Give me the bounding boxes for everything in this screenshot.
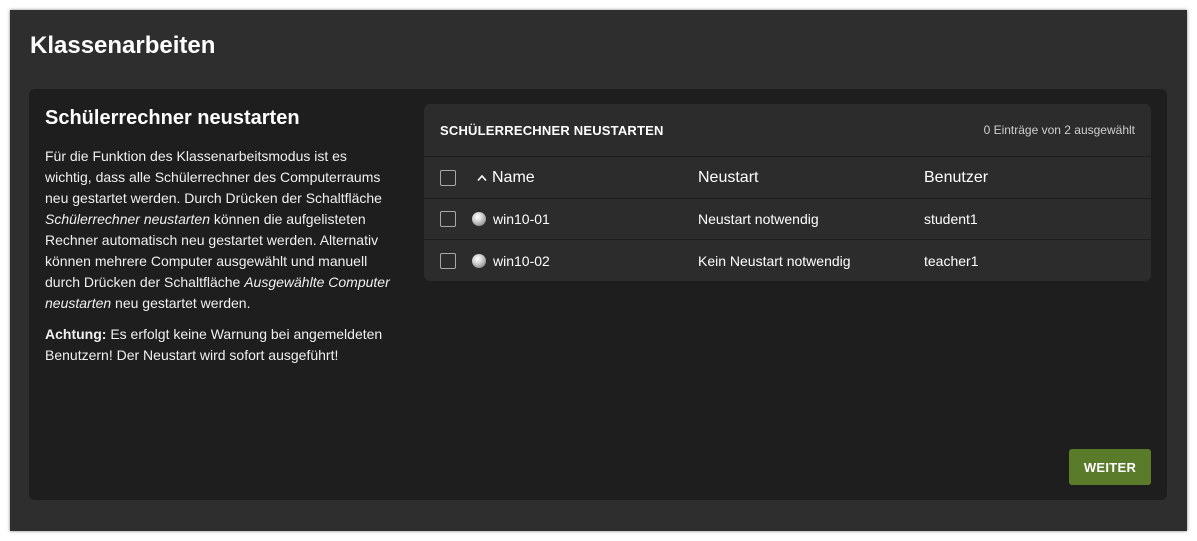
page-title: Klassenarbeiten	[30, 32, 216, 59]
row-checkbox[interactable]	[440, 211, 456, 227]
info-text-3: neu gestartet werden.	[111, 295, 251, 311]
sort-ascending-icon[interactable]	[472, 174, 492, 182]
computer-grid: SCHÜLERRECHNER NEUSTARTEN 0 Einträge von…	[424, 104, 1151, 281]
table-row[interactable]: win10-02 Kein Neustart notwendig teacher…	[424, 240, 1151, 281]
main-card: Schülerrechner neustarten Für die Funkti…	[29, 89, 1167, 500]
table-row[interactable]: win10-01 Neustart notwendig student1	[424, 199, 1151, 240]
warning-label: Achtung:	[45, 326, 107, 342]
grid-header: SCHÜLERRECHNER NEUSTARTEN 0 Einträge von…	[424, 104, 1151, 157]
row-checkbox[interactable]	[440, 252, 456, 269]
user-name: teacher1	[924, 252, 979, 269]
selection-status: 0 Einträge von 2 ausgewählt	[983, 123, 1135, 137]
warning-paragraph: Achtung: Es erfolgt keine Warnung bei an…	[45, 324, 390, 366]
column-header-benutzer[interactable]: Benutzer	[924, 169, 1151, 187]
info-panel: Schülerrechner neustarten Für die Funkti…	[45, 107, 390, 376]
column-header-name[interactable]: Name	[472, 169, 698, 187]
column-header-name-label: Name	[492, 168, 535, 186]
select-all-checkbox[interactable]	[440, 169, 456, 186]
window: Klassenarbeiten Schülerrechner neustarte…	[10, 10, 1187, 531]
user-name: student1	[924, 211, 978, 227]
info-button-reference-restart: Schülerrechner neustarten	[45, 211, 210, 227]
restart-status: Kein Neustart notwendig	[698, 252, 851, 269]
grid-title: SCHÜLERRECHNER NEUSTARTEN	[440, 122, 664, 138]
info-text-1: Für die Funktion des Klassenarbeitsmodus…	[45, 148, 382, 206]
next-button[interactable]: WEITER	[1069, 449, 1151, 485]
table-header-row: Name Neustart Benutzer	[424, 157, 1151, 199]
info-heading: Schülerrechner neustarten	[45, 107, 300, 129]
info-paragraph: Für die Funktion des Klassenarbeitsmodus…	[45, 146, 390, 314]
computer-name: win10-01	[493, 211, 550, 227]
computer-status-icon	[472, 212, 486, 226]
restart-status: Neustart notwendig	[698, 211, 819, 227]
computer-name: win10-02	[493, 252, 550, 269]
column-header-neustart[interactable]: Neustart	[698, 169, 924, 187]
computer-status-icon	[472, 253, 486, 268]
